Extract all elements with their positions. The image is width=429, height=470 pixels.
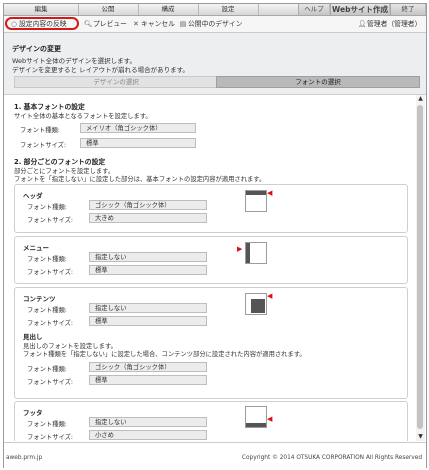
top-nav: 編集 公開 構成 設定 ヘルプ Webサイト作成 終了 (4, 4, 426, 16)
arrow-left-icon: ◀ (267, 292, 273, 300)
basic-size-label: フォントサイズ: (20, 142, 67, 149)
menu-size-select[interactable]: 標準 (89, 265, 207, 275)
tab-design-select[interactable]: デザインの選択 (14, 76, 217, 88)
footer-size-label: フォントサイズ: (27, 434, 74, 441)
menu-type-select[interactable]: 指定しない (89, 252, 207, 262)
header-type-select[interactable]: ゴシック（角ゴシック体） (89, 200, 207, 210)
arrow-left-icon: ◀ (267, 415, 273, 423)
scroll-up-icon[interactable]: ▲ (416, 95, 425, 103)
heading-size-label: フォントサイズ: (27, 379, 74, 386)
contents-type-select[interactable]: 指定しない (89, 303, 207, 313)
toolbar: ○ 設定内容の反映 🔍︎プレビュー ✕ キャンセル ▤ 公開中のデザイン 👤︎管理者（… (4, 16, 426, 33)
published-design-button[interactable]: ▤ 公開中のデザイン (179, 16, 243, 32)
tab-structure[interactable]: 構成 (138, 4, 199, 15)
footer-site-url: aweb.prm.jp (6, 455, 43, 461)
font-settings-content: 1. 基本フォントの設定 サイト全体の基本となるフォントを設定します。 フォント… (4, 95, 416, 441)
footer-part-title: フッタ (23, 409, 43, 417)
user-label: 管理者（管理者） (367, 20, 422, 28)
header-desc-2: デザインを変更すると レイアウトが崩れる場合があります。 (12, 66, 189, 74)
close-icon: ✕ (133, 20, 139, 28)
menu-size-label: フォントサイズ: (27, 269, 74, 276)
app-window: 編集 公開 構成 設定 ヘルプ Webサイト作成 終了 ○ 設定内容の反映 🔍︎プ… (3, 3, 427, 468)
exit-button[interactable]: 終了 (390, 4, 426, 15)
tab-publish[interactable]: 公開 (78, 4, 139, 15)
contents-size-label: フォントサイズ: (27, 320, 74, 327)
document-icon: ▤ (179, 20, 187, 28)
basic-type-value[interactable]: メイリオ（角ゴシック体） (80, 123, 196, 133)
heading-title: 見出し (23, 333, 43, 341)
arrow-left-icon: ◀ (267, 189, 273, 197)
preview-label: プレビュー (93, 20, 127, 28)
header-size-select[interactable]: 大きめ (89, 213, 207, 223)
footer-copyright: Copyright © 2014 OTSUKA CORPORATION All … (241, 455, 422, 461)
contents-layout-thumbnail (245, 293, 267, 315)
reflect-label: 設定内容の反映 (19, 20, 67, 28)
preview-button[interactable]: 🔍︎プレビュー (84, 16, 127, 32)
basic-type-label: フォント種類: (20, 127, 60, 134)
tab-settings[interactable]: 設定 (198, 4, 259, 15)
heading-type-select[interactable]: ゴシック（角ゴシック体） (89, 362, 207, 372)
published-design-label: 公開中のデザイン (188, 20, 243, 28)
header-layout-thumbnail (245, 190, 267, 212)
design-header: デザインの変更 Webサイト全体のデザインを選択します。 デザインを変更すると … (4, 33, 426, 95)
magnifier-icon: 🔍︎ (84, 20, 93, 28)
parts-desc-2: フォントを「指定しない」に設定した部分は、基本フォントの設定内容が適用されます。 (14, 176, 266, 183)
cancel-label: キャンセル (141, 20, 175, 28)
vertical-scrollbar[interactable]: ▲ ▼ (416, 95, 425, 441)
footer-type-select[interactable]: 指定しない (89, 417, 207, 427)
site-title: Webサイト作成 (330, 4, 390, 15)
menu-font-panel: メニュー フォント種類: 指定しない フォントサイズ: 標準 ▶ (14, 236, 408, 284)
scrollbar-thumb[interactable] (417, 105, 423, 429)
footer-type-label: フォント種類: (27, 421, 67, 428)
page-title: デザインの変更 (12, 45, 61, 53)
arrow-right-icon: ▶ (237, 245, 243, 253)
footer-layout-thumbnail (245, 406, 267, 428)
heading-size-select[interactable]: 標準 (89, 375, 207, 385)
user-menu[interactable]: 👤︎管理者（管理者） (358, 16, 421, 32)
menu-part-title: メニュー (23, 244, 49, 252)
menu-layout-thumbnail (245, 242, 267, 264)
footer-font-panel: フッタ フォント種類: 指定しない フォントサイズ: 小さめ ◀ (14, 401, 408, 441)
header-part-title: ヘッダ (23, 192, 43, 200)
menu-type-label: フォント種類: (27, 256, 67, 263)
heading-desc-2: フォント種類を「指定しない」に設定した場合、コンテンツ部分に設定された内容が適用… (23, 351, 306, 358)
reflect-settings-button[interactable]: ○ 設定内容の反映 (10, 16, 67, 32)
basic-font-title: 1. 基本フォントの設定 (14, 103, 85, 111)
circle-icon: ○ (11, 20, 17, 28)
help-button[interactable]: ヘルプ (298, 4, 330, 15)
contents-part-title: コンテンツ (23, 295, 56, 303)
contents-font-panel: コンテンツ フォント種類: 指定しない フォントサイズ: 標準 ◀ 見出し 見出… (14, 287, 408, 399)
basic-font-desc: サイト全体の基本となるフォントを設定します。 (14, 113, 152, 120)
header-font-panel: ヘッダ フォント種類: ゴシック（角ゴシック体） フォントサイズ: 大きめ ◀ (14, 184, 408, 233)
basic-size-value[interactable]: 標準 (80, 138, 196, 148)
contents-type-label: フォント種類: (27, 307, 67, 314)
parts-font-title: 2. 部分ごとのフォントの設定 (14, 158, 106, 166)
header-type-label: フォント種類: (27, 204, 67, 211)
user-icon: 👤︎ (358, 20, 367, 28)
page-footer: aweb.prm.jp Copyright © 2014 OTSUKA CORP… (4, 442, 426, 468)
scroll-down-icon[interactable]: ▼ (416, 433, 425, 441)
contents-size-select[interactable]: 標準 (89, 316, 207, 326)
cancel-button[interactable]: ✕ キャンセル (132, 16, 175, 32)
header-size-label: フォントサイズ: (27, 217, 74, 224)
footer-size-select[interactable]: 小さめ (89, 430, 207, 440)
heading-type-label: フォント種類: (27, 366, 67, 373)
tab-font-select[interactable]: フォントの選択 (216, 76, 420, 88)
tab-edit[interactable]: 編集 (4, 4, 79, 15)
